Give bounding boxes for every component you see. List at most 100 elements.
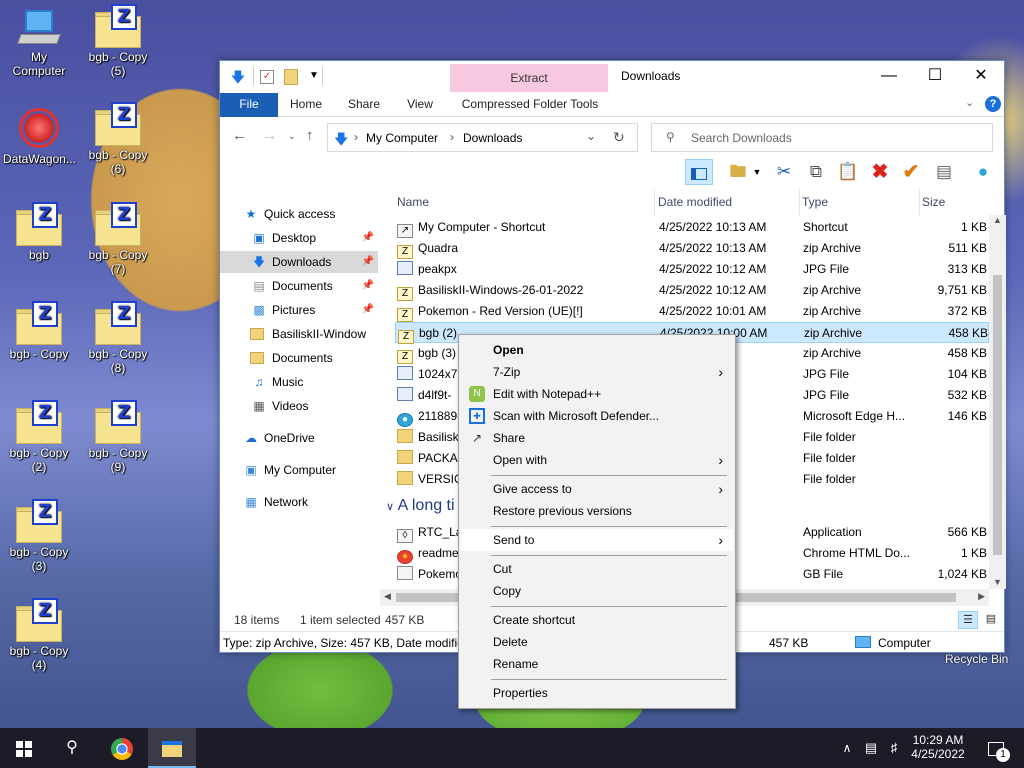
file-row[interactable]: Z BasiliskII-Windows-26-01-2022 4/25/2022 …	[395, 280, 989, 301]
forward-arrow-icon[interactable]: →	[262, 127, 277, 144]
scroll-left-icon[interactable]: ◀	[384, 591, 391, 602]
notifications-button[interactable]: 1	[980, 728, 1012, 768]
paste-icon[interactable]: 📋	[834, 159, 862, 185]
properties-icon[interactable]: ✓	[260, 70, 274, 84]
desktop-icon-bgb-copy-7[interactable]: Z bgb - Copy (7)	[82, 202, 154, 276]
recent-locations-icon[interactable]: ⌄	[288, 131, 296, 142]
desktop-icon-bgb-copy[interactable]: Z bgb - Copy	[3, 301, 75, 361]
desktop-icon-bgb-copy-5[interactable]: Z bgb - Copy (5)	[82, 4, 154, 78]
clock[interactable]: 10:29 AM 4/25/2022	[906, 728, 970, 768]
tab-file[interactable]: File	[220, 93, 278, 117]
nav-documents[interactable]: ▤ Documents 📌	[220, 275, 378, 297]
column-header-date[interactable]: Date modified	[658, 189, 800, 215]
customize-toolbar-icon[interactable]: ▼	[304, 70, 324, 90]
minimize-button[interactable]: —	[866, 61, 912, 91]
scroll-thumb[interactable]	[993, 275, 1002, 555]
desktop-icon-my-computer[interactable]: My Computer	[3, 10, 75, 78]
menu-item-delete[interactable]: Delete	[461, 631, 733, 653]
menu-item-restore-versions[interactable]: Restore previous versions	[461, 500, 733, 522]
address-dropdown-icon[interactable]: ⌄	[586, 129, 596, 143]
breadcrumb-my-computer[interactable]: My Computer	[366, 131, 438, 145]
scroll-up-icon[interactable]: ▲	[993, 215, 1002, 225]
cut-icon[interactable]: ✂	[770, 159, 798, 185]
address-bar[interactable]: 🡇 › My Computer › Downloads ⌄	[327, 123, 638, 152]
new-folder-dropdown-icon[interactable]: ▼	[750, 159, 764, 185]
menu-item-properties[interactable]: Properties	[461, 682, 733, 704]
search-icon[interactable]: ⚲	[50, 728, 94, 768]
vertical-scrollbar[interactable]: ▲ ▼	[989, 215, 1006, 589]
properties-icon[interactable]: ▤	[930, 159, 958, 185]
menu-item-7zip[interactable]: 7-Zip ›	[461, 361, 733, 383]
tab-share[interactable]: Share	[340, 93, 388, 117]
preview-pane-icon[interactable]	[685, 159, 713, 185]
nav-pictures[interactable]: ▩ Pictures 📌	[220, 299, 378, 321]
back-arrow-icon[interactable]: ←	[232, 127, 247, 144]
expand-ribbon-icon[interactable]: ⌄	[965, 96, 974, 109]
up-arrow-icon[interactable]: ↑	[306, 127, 314, 144]
desktop-icon-bgb-copy-3[interactable]: Z bgb - Copy (3)	[3, 499, 75, 573]
scroll-down-icon[interactable]: ▼	[993, 577, 1002, 587]
close-button[interactable]: ✕	[958, 61, 1004, 91]
menu-item-edit-notepadpp[interactable]: N Edit with Notepad++	[461, 383, 733, 405]
desktop-icon-bgb-copy-2[interactable]: Z bgb - Copy (2)	[3, 400, 75, 474]
help-icon[interactable]: ?	[985, 96, 1001, 112]
breadcrumb-downloads[interactable]: Downloads	[463, 131, 522, 145]
nav-basilisk-folder[interactable]: BasiliskII-Window	[220, 323, 378, 345]
nav-network[interactable]: ▦ Network	[220, 491, 378, 513]
nav-downloads[interactable]: 🡇 Downloads 📌	[220, 251, 378, 273]
desktop-icon-bgb-copy-9[interactable]: Z bgb - Copy (9)	[82, 400, 154, 474]
tab-compressed-folder-tools[interactable]: Compressed Folder Tools	[452, 93, 608, 117]
scroll-right-icon[interactable]: ▶	[978, 591, 985, 602]
tab-home[interactable]: Home	[282, 93, 330, 117]
nav-videos[interactable]: ▦ Videos	[220, 395, 378, 417]
desktop-icon-bgb-copy-4[interactable]: Z bgb - Copy (4)	[3, 598, 75, 672]
rename-check-icon[interactable]: ✔	[897, 159, 925, 185]
group-header-a-long-time-ago[interactable]: ∨ A long ti	[386, 497, 455, 515]
column-header-type[interactable]: Type	[802, 189, 920, 215]
chrome-icon[interactable]	[100, 728, 144, 768]
nav-music[interactable]: ♫ Music	[220, 371, 378, 393]
large-icons-view-icon[interactable]: ▤	[982, 611, 1000, 629]
copy-icon[interactable]: ⧉	[802, 159, 830, 185]
recycle-bin-label[interactable]: Recycle Bin	[945, 652, 1008, 666]
desktop-icon-bgb-copy-6[interactable]: Z bgb - Copy (6)	[82, 102, 154, 176]
menu-item-send-to[interactable]: Send to ›	[461, 529, 733, 551]
menu-item-create-shortcut[interactable]: Create shortcut	[461, 609, 733, 631]
extract-context-tab[interactable]: Extract	[450, 64, 608, 92]
nav-quick-access[interactable]: ★ Quick access	[220, 203, 378, 225]
file-row[interactable]: ↗ My Computer - Shortcut 4/25/2022 10:13 A…	[395, 217, 989, 238]
nav-documents-folder[interactable]: Documents	[220, 347, 378, 369]
globe-icon[interactable]: ●	[969, 159, 997, 185]
desktop-icon-bgb-copy-8[interactable]: Z bgb - Copy (8)	[82, 301, 154, 375]
nav-desktop[interactable]: ▣ Desktop 📌	[220, 227, 378, 249]
menu-item-scan-defender[interactable]: ✚ Scan with Microsoft Defender...	[461, 405, 733, 427]
maximize-button[interactable]: ☐	[912, 61, 958, 91]
menu-item-rename[interactable]: Rename	[461, 653, 733, 675]
menu-item-cut[interactable]: Cut	[461, 558, 733, 580]
file-explorer-taskbar-icon[interactable]	[148, 728, 196, 768]
start-button[interactable]	[0, 728, 48, 768]
search-input[interactable]: ⚲ Search Downloads	[651, 123, 993, 152]
details-view-icon[interactable]: ☰	[958, 611, 978, 629]
file-row[interactable]: Z Quadra 4/25/2022 10:13 AM zip Archive 511 …	[395, 238, 989, 259]
column-header-name[interactable]: Name	[397, 189, 655, 215]
menu-item-share[interactable]: ↗ Share	[461, 427, 733, 449]
show-hidden-icons-icon[interactable]: ∧	[838, 728, 856, 768]
tab-view[interactable]: View	[396, 93, 444, 117]
file-row[interactable]: Z Pokemon - Red Version (UE)[!] 4/25/2022 …	[395, 301, 989, 322]
nav-onedrive[interactable]: ☁ OneDrive	[220, 427, 378, 449]
desktop-icon-bgb[interactable]: Z bgb	[3, 202, 75, 262]
desktop-icon-datawagon[interactable]: DataWagon...	[3, 108, 76, 166]
network-icon[interactable]: ▤	[860, 728, 882, 768]
menu-item-copy[interactable]: Copy	[461, 580, 733, 602]
refresh-icon[interactable]: ↻	[613, 129, 625, 146]
menu-item-give-access[interactable]: Give access to ›	[461, 478, 733, 500]
column-header-size[interactable]: Size	[922, 189, 988, 215]
menu-item-open[interactable]: Open	[461, 339, 733, 361]
new-folder-icon[interactable]: 🖿	[724, 159, 752, 185]
new-folder-icon[interactable]	[284, 69, 298, 85]
file-row[interactable]: peakpx 4/25/2022 10:12 AM JPG File 313 KB	[395, 259, 989, 280]
menu-item-open-with[interactable]: Open with ›	[461, 449, 733, 471]
nav-my-computer[interactable]: ▣ My Computer	[220, 459, 378, 481]
volume-icon[interactable]: ♯	[884, 728, 904, 768]
